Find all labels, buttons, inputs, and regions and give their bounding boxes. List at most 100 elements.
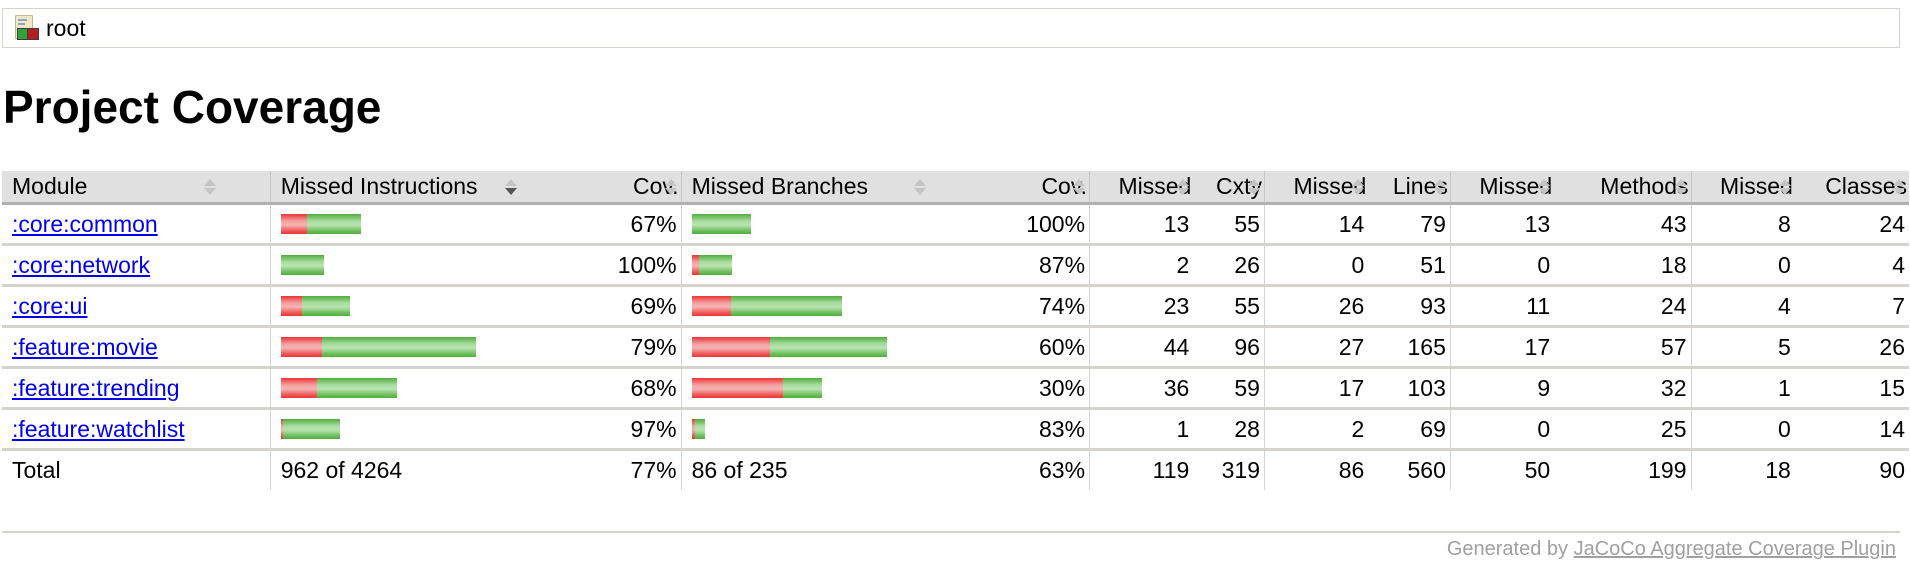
total-missed-branches: 86 of 235 xyxy=(680,449,1001,490)
table-row: :feature:trending 68% 30% 36 59 17 103 9 32 1 15 xyxy=(2,367,1909,410)
methods-cell: 32 xyxy=(1554,367,1692,410)
footer: Generated by JaCoCo Aggregate Coverage P… xyxy=(1447,538,1896,561)
sort-icon xyxy=(913,179,926,197)
total-missed-methods: 50 xyxy=(1449,449,1555,490)
sort-icon xyxy=(1247,179,1260,197)
module-link[interactable]: :feature:movie xyxy=(12,334,158,360)
header-missed-methods[interactable]: Missed xyxy=(1449,171,1555,205)
plugin-link[interactable]: JaCoCo Aggregate Coverage Plugin xyxy=(1574,538,1896,560)
breadcrumb-root: root xyxy=(46,14,86,41)
module-link[interactable]: :core:network xyxy=(12,252,150,278)
header-branch-cov[interactable]: Cov. xyxy=(1000,171,1090,205)
lines-cell: 93 xyxy=(1368,285,1451,328)
sort-icon xyxy=(1778,179,1791,197)
table-row: :feature:movie 79% 60% 44 96 27 165 17 57 5 26 xyxy=(2,326,1909,369)
classes-cell: 4 xyxy=(1794,244,1909,287)
covered-branches-bar xyxy=(730,296,842,316)
instructions-coverage-bar xyxy=(280,419,588,439)
missed-branches-bar-cell xyxy=(680,203,1001,246)
lines-cell: 51 xyxy=(1368,244,1451,287)
sort-icon xyxy=(1352,179,1365,197)
module-link[interactable]: :feature:watchlist xyxy=(12,416,185,442)
missed-lines-cell: 2 xyxy=(1263,408,1369,451)
header-methods[interactable]: Methods xyxy=(1554,171,1692,205)
missed-classes-cell: 5 xyxy=(1690,326,1795,369)
methods-cell: 18 xyxy=(1554,244,1692,287)
cxty-cell: 96 xyxy=(1193,326,1265,369)
sort-descending-icon xyxy=(504,179,517,197)
instructions-coverage-bar xyxy=(280,296,588,316)
report-icon xyxy=(14,14,40,42)
missed-classes-cell: 1 xyxy=(1690,367,1795,410)
header-missed-instructions[interactable]: Missed Instructions xyxy=(269,171,592,205)
missed-lines-cell: 27 xyxy=(1263,326,1369,369)
instr-cov-cell: 67% xyxy=(591,203,682,246)
module-link[interactable]: :core:ui xyxy=(12,293,87,319)
sort-icon xyxy=(1674,179,1687,197)
missed-instructions-bar-cell xyxy=(269,408,592,451)
missed-branches-bar xyxy=(691,296,731,316)
methods-cell: 24 xyxy=(1554,285,1692,328)
cxty-cell: 59 xyxy=(1193,367,1265,410)
branch-cov-cell: 60% xyxy=(1000,326,1090,369)
instructions-coverage-bar xyxy=(280,337,588,357)
module-link[interactable]: :core:common xyxy=(12,211,158,237)
methods-cell: 43 xyxy=(1554,203,1692,246)
sort-icon xyxy=(1433,179,1446,197)
branches-coverage-bar xyxy=(691,296,997,316)
branch-cov-cell: 74% xyxy=(1000,285,1090,328)
header-instr-cov[interactable]: Cov. xyxy=(591,171,682,205)
header-missed-lines[interactable]: Missed xyxy=(1263,171,1369,205)
instr-cov-cell: 79% xyxy=(591,326,682,369)
missed-branches-bar xyxy=(691,378,783,398)
lines-cell: 79 xyxy=(1368,203,1451,246)
missed-branches-bar-cell xyxy=(680,244,1001,287)
header-missed-branches[interactable]: Missed Branches xyxy=(680,171,1001,205)
cxty-cell: 55 xyxy=(1193,203,1265,246)
cxty-cell: 28 xyxy=(1193,408,1265,451)
branch-cov-cell: 83% xyxy=(1000,408,1090,451)
missed-classes-cell: 0 xyxy=(1690,244,1795,287)
module-cell: :core:ui xyxy=(2,285,271,328)
cxty-cell: 55 xyxy=(1193,285,1265,328)
instr-cov-cell: 100% xyxy=(591,244,682,287)
header-cxty[interactable]: Cxty xyxy=(1193,171,1265,205)
header-missed-cxty[interactable]: Missed xyxy=(1089,171,1194,205)
header-module[interactable]: Module xyxy=(2,171,271,205)
missed-instructions-bar xyxy=(280,296,302,316)
footer-divider xyxy=(2,531,1900,533)
header-lines[interactable]: Lines xyxy=(1368,171,1451,205)
branches-coverage-bar xyxy=(691,378,997,398)
total-missed-instructions: 962 of 4264 xyxy=(269,449,592,490)
missed-methods-cell: 13 xyxy=(1449,203,1555,246)
classes-cell: 24 xyxy=(1794,203,1909,246)
header-row: Module Missed Instructions Cov. Missed B… xyxy=(2,171,1909,205)
header-missed-branches-label: Missed Branches xyxy=(691,173,868,199)
coverage-table: Module Missed Instructions Cov. Missed B… xyxy=(2,171,1909,490)
table-row: :core:ui 69% 74% 23 55 26 93 11 24 4 7 xyxy=(2,285,1909,328)
header-classes[interactable]: Classes xyxy=(1794,171,1909,205)
missed-instructions-bar-cell xyxy=(269,203,592,246)
missed-cxty-cell: 36 xyxy=(1089,367,1194,410)
total-label: Total xyxy=(12,457,61,483)
missed-instructions-bar-cell xyxy=(269,367,592,410)
covered-branches-bar xyxy=(782,378,822,398)
module-link[interactable]: :feature:trending xyxy=(12,375,180,401)
missed-instructions-bar xyxy=(280,214,307,234)
sort-icon xyxy=(1073,179,1086,197)
missed-instructions-bar-cell xyxy=(269,285,592,328)
total-classes: 90 xyxy=(1879,457,1905,483)
missed-methods-cell: 0 xyxy=(1449,408,1555,451)
covered-instructions-bar xyxy=(321,337,476,357)
total-branch-cov: 63% xyxy=(1038,457,1086,483)
instr-cov-cell: 97% xyxy=(591,408,682,451)
covered-branches-bar xyxy=(769,337,887,357)
missed-lines-cell: 0 xyxy=(1263,244,1369,287)
covered-branches-bar xyxy=(694,419,705,439)
missed-classes-cell: 8 xyxy=(1690,203,1795,246)
lines-cell: 69 xyxy=(1368,408,1451,451)
header-missed-classes[interactable]: Missed xyxy=(1690,171,1795,205)
instr-cov-cell: 69% xyxy=(591,285,682,328)
page-title: Project Coverage xyxy=(3,81,382,133)
missed-branches-bar-cell xyxy=(680,408,1001,451)
